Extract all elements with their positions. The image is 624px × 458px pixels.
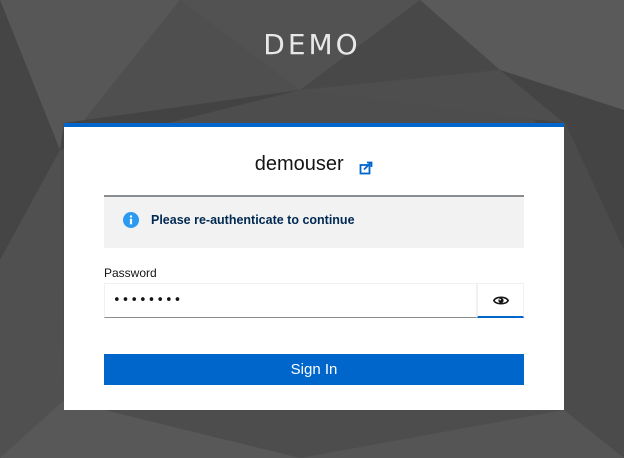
sign-in-button[interactable]: Sign In — [104, 354, 524, 385]
restart-login-icon[interactable] — [359, 158, 373, 175]
password-field[interactable] — [104, 283, 477, 318]
realm-title: DEMO — [263, 28, 361, 61]
eye-icon — [493, 296, 509, 305]
attempted-username: demouser — [254, 153, 344, 176]
info-circle-icon — [123, 212, 139, 228]
password-label: Password — [104, 266, 157, 280]
show-password-button[interactable] — [477, 283, 524, 318]
attempted-username-row: demouser — [64, 153, 564, 176]
login-card: demouser Please re-authenticate to conti… — [64, 123, 564, 410]
alert-message: Please re-authenticate to continue — [151, 213, 355, 227]
password-input-group — [104, 283, 524, 318]
reauth-alert: Please re-authenticate to continue — [104, 195, 524, 248]
login-page: DEMO demouser Please re-authenticate to … — [0, 0, 624, 458]
